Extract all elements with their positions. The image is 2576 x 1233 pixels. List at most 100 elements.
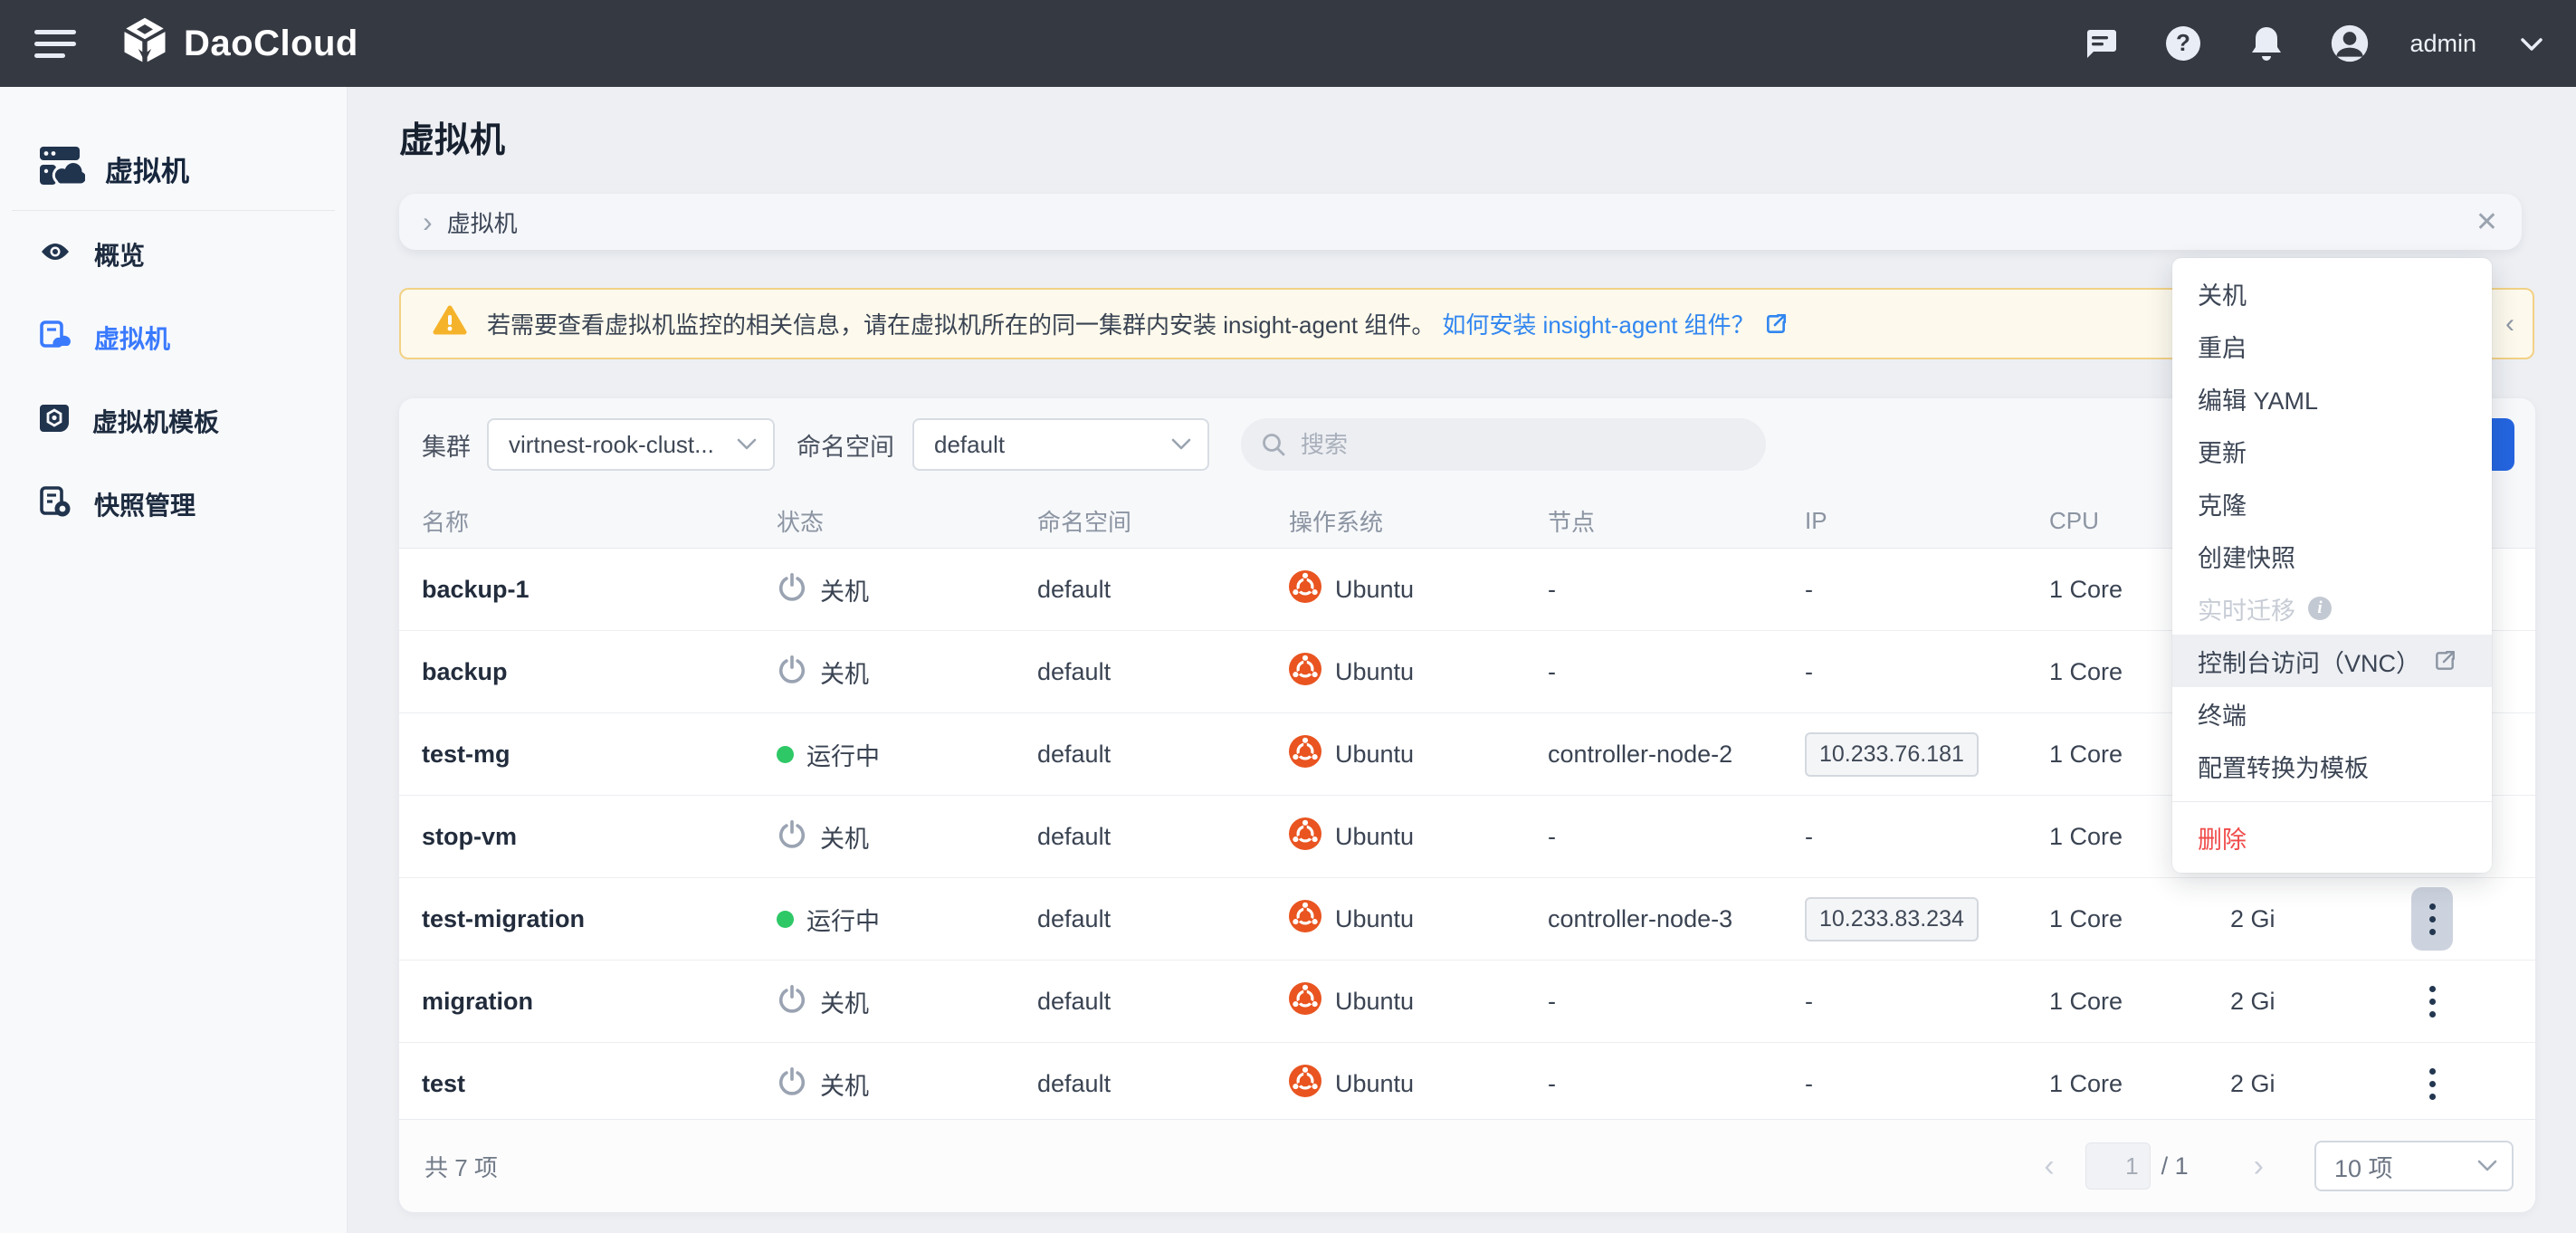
menu-item[interactable]: 重启 i <box>2172 320 2492 372</box>
vm-ip: - <box>1783 549 2027 631</box>
chevron-down-icon <box>737 438 757 451</box>
message-icon[interactable] <box>2080 24 2120 63</box>
eye-icon <box>40 240 71 270</box>
vm-cpu: 1 Core <box>2027 878 2209 961</box>
sidebar-item-vm[interactable]: 虚拟机 <box>0 296 347 379</box>
table-footer: 共 7 项 ‹ / 1 › 10 项 <box>399 1119 2535 1212</box>
sidebar-item-label: 虚拟机模板 <box>92 403 219 439</box>
power-off-icon <box>777 818 807 855</box>
vm-namespace: default <box>1016 878 1267 961</box>
kebab-menu-icon[interactable] <box>2411 1052 2453 1115</box>
ubuntu-icon <box>1289 653 1321 692</box>
sidebar-item-overview[interactable]: 概览 <box>0 213 347 296</box>
menu-item[interactable]: 控制台访问（VNC） i <box>2172 635 2492 687</box>
vm-name: test <box>399 1043 755 1125</box>
vm-ip: 10.233.83.234 <box>1783 878 2027 961</box>
ubuntu-icon <box>1289 1065 1321 1104</box>
sidebar-item-snapshots[interactable]: 快照管理 <box>0 463 347 546</box>
menu-item[interactable]: 更新 i <box>2172 425 2492 477</box>
running-dot-icon <box>777 746 794 763</box>
sidebar-item-label: 快照管理 <box>94 486 196 522</box>
power-off-icon <box>777 654 807 691</box>
table-row: test-migration 运行中 default <box>399 878 2535 961</box>
vm-os: Ubuntu <box>1267 878 1526 961</box>
vm-ip: - <box>1783 631 2027 713</box>
notification-icon[interactable] <box>2247 24 2286 63</box>
menu-item[interactable]: 克隆 i <box>2172 477 2492 530</box>
col-header-ip: IP <box>1783 494 2027 549</box>
ubuntu-icon <box>1289 982 1321 1021</box>
breadcrumb-label[interactable]: 虚拟机 <box>447 206 518 239</box>
external-link-icon <box>1764 312 1788 336</box>
vm-node: - <box>1526 1043 1783 1125</box>
vm-node: - <box>1526 796 1783 878</box>
total-count: 共 7 项 <box>425 1150 498 1183</box>
help-icon[interactable]: ? <box>2163 24 2203 63</box>
page-total: / 1 <box>2161 1152 2189 1180</box>
page-title: 虚拟机 <box>399 112 505 163</box>
power-off-icon <box>777 571 807 608</box>
username[interactable]: admin <box>2409 30 2476 58</box>
ip-badge: - <box>1805 988 1813 1016</box>
next-page-icon[interactable]: › <box>2254 1151 2264 1181</box>
col-header-os: 操作系统 <box>1267 494 1526 549</box>
vm-cpu: 1 Core <box>2027 1043 2209 1125</box>
running-dot-icon <box>777 911 794 928</box>
menu-item[interactable]: 关机 i <box>2172 267 2492 320</box>
ubuntu-icon <box>1289 735 1321 774</box>
vm-os: Ubuntu <box>1267 631 1526 713</box>
power-off-icon <box>777 1066 807 1103</box>
vm-name: stop-vm <box>399 796 755 878</box>
menu-item[interactable]: 配置转换为模板 i <box>2172 740 2492 792</box>
row-action-menu: 关机 i 重启 i 编辑 YAML i 更新 i <box>2172 258 2492 873</box>
vm-ip: - <box>1783 1043 2027 1125</box>
vm-os: Ubuntu <box>1267 1043 1526 1125</box>
namespace-select[interactable]: default <box>912 418 1209 471</box>
page-size-select[interactable]: 10 项 <box>2314 1141 2514 1191</box>
ip-badge: - <box>1805 1070 1813 1098</box>
vm-status: 关机 <box>755 796 1016 878</box>
alert-install-link[interactable]: 如何安装 insight-agent 组件？ <box>1442 307 1787 340</box>
vm-status: 关机 <box>755 549 1016 631</box>
cluster-select[interactable]: virtnest-rook-clust... <box>487 418 775 471</box>
menu-item[interactable]: 创建快照 i <box>2172 530 2492 582</box>
page-input[interactable] <box>2085 1142 2151 1190</box>
menu-item[interactable]: 删除 i <box>2172 811 2492 864</box>
vm-ip: 10.233.76.181 <box>1783 713 2027 796</box>
menu-item[interactable]: 终端 i <box>2172 687 2492 740</box>
ubuntu-icon <box>1289 900 1321 939</box>
filter-bar: 集群 virtnest-rook-clust... 命名空间 default <box>422 418 1766 471</box>
col-header-name: 名称 <box>399 494 755 549</box>
vm-node: - <box>1526 549 1783 631</box>
menu-toggle-icon[interactable] <box>34 25 80 62</box>
vm-status: 关机 <box>755 961 1016 1043</box>
sidebar: 虚拟机 概览 虚拟机 虚拟机模板 快照管理 <box>0 87 347 1233</box>
breadcrumb: › 虚拟机 ✕ <box>399 194 2522 250</box>
avatar-icon[interactable] <box>2330 24 2370 63</box>
ip-badge: - <box>1805 658 1813 686</box>
vm-memory: 2 Gi <box>2209 1043 2390 1125</box>
alert-collapse-icon[interactable]: ‹ <box>2505 309 2514 339</box>
search-box <box>1241 418 1766 471</box>
search-input[interactable] <box>1299 430 1719 460</box>
table-row: test 关机 default <box>399 1043 2535 1125</box>
close-icon[interactable]: ✕ <box>2476 206 2498 238</box>
col-header-node: 节点 <box>1526 494 1783 549</box>
sidebar-item-vm-template[interactable]: 虚拟机模板 <box>0 379 347 463</box>
sidebar-item-label: 虚拟机 <box>94 320 170 356</box>
ip-badge: 10.233.76.181 <box>1805 732 1979 777</box>
prev-page-icon[interactable]: ‹ <box>2044 1151 2054 1181</box>
table-row: migration 关机 default <box>399 961 2535 1043</box>
info-icon: i <box>2308 597 2332 620</box>
svg-text:?: ? <box>2177 29 2191 56</box>
menu-item[interactable]: 编辑 YAML i <box>2172 372 2492 425</box>
kebab-menu-icon[interactable] <box>2411 970 2453 1033</box>
vm-namespace: default <box>1016 1043 1267 1125</box>
kebab-menu-icon[interactable] <box>2411 887 2453 951</box>
sidebar-nav: 概览 虚拟机 虚拟机模板 快照管理 <box>0 211 347 546</box>
vm-os: Ubuntu <box>1267 961 1526 1043</box>
vm-actions <box>2390 961 2535 1043</box>
user-chevron-down-icon[interactable] <box>2520 30 2543 58</box>
breadcrumb-chevron-icon[interactable]: › <box>423 207 433 236</box>
search-icon <box>1261 432 1286 457</box>
